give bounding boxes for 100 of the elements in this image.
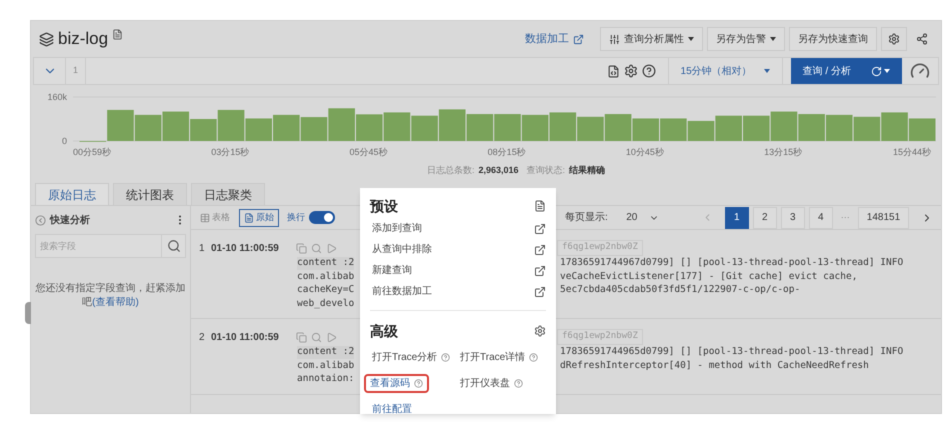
histogram-bar: [688, 120, 714, 141]
y-tick: 160k: [47, 92, 936, 102]
menu-item[interactable]: 打开仪表盘: [458, 374, 525, 392]
menu-item[interactable]: 新建查询: [370, 261, 414, 280]
log-tag: f6qg1ewp2nbw0Z: [557, 240, 643, 256]
log-text: veCacheEvictListener[177] - [Git cache] evict cache,: [560, 270, 858, 283]
caret-icon: [688, 37, 694, 41]
help-icon: [414, 378, 423, 388]
log-text: cacheKey=C: [297, 284, 354, 296]
toolbar-button[interactable]: 查询分析属性: [600, 27, 703, 51]
histogram-bar: [854, 116, 880, 141]
x-tick-label: 00分59秒: [73, 147, 112, 157]
settings-icon: [888, 33, 900, 45]
empty-message: 您还没有指定字段查询，赶紧添加吧(查看帮助): [35, 282, 186, 310]
external-link-icon: [534, 222, 546, 234]
histogram-bar: [660, 118, 687, 141]
histogram-bar: [273, 114, 300, 141]
histogram-bar: [798, 114, 825, 141]
sidebar-handle[interactable]: [25, 302, 31, 324]
log-index: 2: [199, 330, 206, 344]
page-button[interactable]: 3: [780, 206, 805, 228]
histogram-bar: [162, 112, 190, 141]
menu-section-title: 预设: [370, 196, 398, 216]
settings-button[interactable]: [881, 27, 907, 51]
quick-analysis-title: 快速分析: [50, 214, 91, 228]
table-icon: [200, 212, 210, 222]
histogram-bar: [549, 112, 576, 141]
document-icon: [534, 200, 546, 212]
wrap-toggle[interactable]: [309, 211, 335, 224]
menu-item[interactable]: 添加到查询: [370, 219, 424, 238]
help-icon: [514, 378, 523, 388]
x-tick-label: 03分15秒: [211, 147, 250, 157]
histogram-bar: [466, 114, 494, 141]
external-link-icon: [573, 34, 584, 44]
x-tick-label: 15分44秒: [893, 147, 932, 157]
log-time: 01-10 11:00:59: [211, 242, 280, 256]
field-search[interactable]: 搜索字段: [35, 234, 162, 258]
histogram-bar: [770, 112, 798, 141]
toolbar-button[interactable]: 另存为告警: [707, 27, 785, 51]
tab[interactable]: 日志聚类: [191, 183, 265, 205]
menu-section-title: 高级: [370, 322, 398, 340]
y-tick-label: 160k: [47, 92, 68, 102]
menu-item[interactable]: 打开Trace详情: [458, 348, 540, 366]
document-icon: [112, 29, 124, 40]
histogram-bar: [742, 116, 770, 141]
histogram-bar: [881, 112, 908, 141]
log-index: 1: [199, 242, 206, 256]
log-text: content :2: [297, 257, 354, 270]
x-tick-label: 10分45秒: [626, 147, 664, 157]
tab[interactable]: 原始日志: [35, 183, 109, 205]
search-icon: [166, 239, 180, 253]
summary-label: 查询状态:: [526, 164, 566, 178]
histogram-bar: [715, 116, 742, 141]
logstore-icon: [39, 32, 54, 46]
menu-item[interactable]: 前往数据加工: [370, 282, 434, 301]
external-link-icon: [534, 286, 546, 298]
share-icon: [916, 33, 928, 45]
histogram-bar: [134, 114, 162, 141]
external-link-icon: [534, 264, 546, 276]
menu-item[interactable]: 查看源码: [364, 374, 429, 392]
histogram-bar: [328, 108, 355, 141]
log-text: 17836591744965d0799] [] [pool-13-thread-pool-13-thread] INFO: [560, 346, 904, 358]
caret-icon: [770, 37, 776, 41]
wrap-label: 换行: [287, 210, 305, 224]
histogram-bar: [632, 118, 660, 141]
log-text: dRefreshInterceptor[40] - method with CacheNeedRefresh: [560, 360, 869, 372]
menu-item[interactable]: 前往配置: [370, 400, 414, 418]
histogram-bar: [826, 114, 853, 141]
histogram-bar: [438, 109, 466, 141]
log-text: com.alibab: [297, 270, 354, 283]
sliders-icon: [609, 34, 620, 44]
histogram-bar: [411, 116, 438, 141]
help-link[interactable]: (查看帮助): [92, 297, 139, 308]
menu-item[interactable]: 打开Trace分析: [370, 348, 452, 366]
page-button[interactable]: 4: [808, 206, 833, 228]
log-tag: f6qg1ewp2nbw0Z: [557, 329, 643, 345]
histogram-bar: [245, 118, 272, 141]
view-mode-button[interactable]: 原始: [239, 208, 279, 226]
histogram-bar: [908, 118, 936, 141]
x-tick-label: 13分15秒: [764, 147, 802, 157]
log-time: 01-10 11:00:59: [211, 330, 280, 344]
logstore-title: biz-log: [58, 28, 108, 50]
log-text: content :2: [297, 346, 354, 358]
summary-value: 2,963,016: [478, 164, 519, 178]
log-text: 17836591744967d0799] [] [pool-13-thread-pool-13-thread] INFO: [560, 257, 904, 270]
external-link-icon: [534, 244, 546, 256]
toolbar-button[interactable]: 另存为快速查询: [789, 27, 877, 51]
search-button[interactable]: [162, 234, 186, 258]
tab[interactable]: 统计图表: [113, 183, 187, 205]
x-tick-label: 08分15秒: [488, 147, 526, 157]
settings-icon[interactable]: [534, 325, 546, 337]
page-button[interactable]: 1: [724, 206, 749, 228]
x-tick-label: 05分45秒: [349, 147, 388, 157]
menu-item[interactable]: 从查询中排除: [370, 240, 434, 259]
histogram-bar: [522, 114, 548, 141]
page-button[interactable]: 2: [752, 206, 777, 228]
page-button[interactable]: 148151: [858, 206, 910, 228]
histogram-bar: [356, 114, 383, 141]
data-processing-link[interactable]: 数据加工: [525, 30, 584, 48]
page-size-select[interactable]: 20: [616, 208, 670, 228]
